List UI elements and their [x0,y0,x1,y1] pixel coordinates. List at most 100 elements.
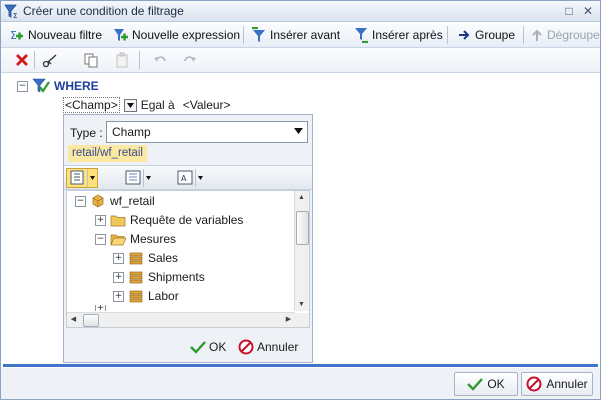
toolbar-separator [34,51,35,69]
new-filter-icon: Σ [10,29,23,42]
where-node[interactable]: − WHERE [17,78,99,94]
tree-view-button[interactable] [66,168,98,188]
insert-before-label: Insérer avant [270,28,341,42]
redo-icon[interactable] [182,52,198,68]
expand-icon[interactable]: + [95,214,106,226]
filter-check-icon [32,78,50,93]
tree-item-sales[interactable]: + Sales [113,250,178,266]
toolbar-separator [447,26,448,44]
expand-icon[interactable]: + [113,271,124,283]
expand-icon[interactable]: + [113,252,124,264]
toolbar-separator [523,26,524,44]
svg-text:Σ: Σ [10,29,17,42]
tree-item-shipments[interactable]: + Shipments [113,269,205,285]
source-tag[interactable]: retail/wf_retail [68,145,147,162]
insert-after-icon [355,28,368,43]
scroll-right-icon[interactable]: ▶ [282,313,295,326]
sort-alpha-icon: A [177,170,193,185]
where-label: WHERE [54,79,99,93]
dialog-footer: OK Annuler [1,368,600,399]
title-bar[interactable]: Σ Créer une condition de filtrage □ ✕ [1,1,600,22]
new-expression-button[interactable]: Nouvelle expression [113,26,240,44]
cut-icon[interactable] [42,52,58,68]
restore-button[interactable]: □ [562,4,576,18]
tree-item-partial[interactable]: + [95,305,106,311]
field-picker-popup: Type : Champ retail/wf_retail A − wf_ret… [63,114,313,363]
insert-before-icon [252,27,265,42]
sort-button[interactable]: A [174,168,206,188]
operator-label[interactable]: Egal à [141,98,175,112]
expand-icon[interactable]: + [95,305,106,311]
sort-dropdown[interactable] [195,169,205,187]
chevron-down-icon [293,128,303,134]
collapse-icon[interactable]: − [17,80,28,92]
vertical-scroll-thumb[interactable] [296,211,309,245]
popup-cancel-label: Annuler [257,340,299,354]
ungroup-arrow-icon [532,29,542,41]
popup-cancel-button[interactable]: Annuler [238,337,298,357]
chevron-down-icon [90,176,95,180]
ungroup-label: Dégrouper [547,28,601,42]
new-expression-icon [114,29,128,41]
tree-item-label: Shipments [148,270,205,284]
delete-icon[interactable] [14,52,30,68]
cancel-icon [526,376,542,392]
checkmark-icon [467,378,484,391]
tree-item-label: Labor [148,289,179,303]
tree-item-wf-retail[interactable]: − wf_retail [75,193,155,209]
scroll-left-icon[interactable]: ◀ [67,313,80,326]
filter-dialog: Σ Créer une condition de filtrage □ ✕ Σ … [0,0,601,400]
main-toolbar: Σ Nouveau filtre Nouvelle expression Ins… [1,23,601,48]
tree-view-dropdown[interactable] [87,169,97,187]
type-select[interactable]: Champ [106,121,308,143]
cube-icon [92,194,104,208]
tree-view-icon [70,170,84,185]
field-dropdown-button[interactable] [123,98,137,112]
list-view-icon [125,170,141,185]
undo-icon[interactable] [152,52,168,68]
insert-after-button[interactable]: Insérer après [353,26,443,44]
tree-item-measures[interactable]: − Mesures [95,231,176,247]
tree-item-variables-query[interactable]: + Requête de variables [95,212,243,228]
list-view-dropdown[interactable] [143,169,153,187]
collapse-icon[interactable]: − [75,195,86,207]
field-placeholder[interactable]: <Champ> [63,97,120,113]
value-placeholder[interactable]: <Valeur> [183,98,231,112]
copy-icon[interactable] [83,52,99,68]
measure-group-icon [129,290,143,303]
edit-toolbar [1,48,600,73]
ungroup-button[interactable]: Dégrouper [530,26,601,44]
insert-before-button[interactable]: Insérer avant [251,26,340,44]
new-filter-button[interactable]: Σ Nouveau filtre [9,26,102,44]
popup-ok-button[interactable]: OK [190,337,226,357]
type-select-arrow[interactable] [290,123,306,139]
scroll-down-icon[interactable]: ▼ [295,298,308,311]
tree-horizontal-scrollbar[interactable]: ◀ ▶ [67,312,295,327]
chevron-down-icon [126,102,134,108]
new-filter-label: Nouveau filtre [28,28,103,42]
toolbar-separator [243,26,244,44]
horizontal-scroll-thumb[interactable] [83,314,99,327]
tree-item-label: wf_retail [110,194,155,208]
collapse-icon[interactable]: − [95,233,106,245]
paste-icon[interactable] [114,52,130,68]
ok-button[interactable]: OK [454,372,518,396]
svg-text:Σ: Σ [13,12,17,19]
chevron-down-icon [198,176,203,180]
footer-divider [3,364,598,367]
tree-item-labor[interactable]: + Labor [113,288,179,304]
expand-icon[interactable]: + [113,290,124,302]
type-select-value: Champ [112,125,151,139]
list-view-button[interactable] [122,168,154,188]
close-button[interactable]: ✕ [581,4,595,18]
tree-vertical-scrollbar[interactable]: ▲ ▼ [294,191,309,311]
ok-label: OK [487,377,505,391]
chevron-down-icon [146,176,151,180]
cancel-button[interactable]: Annuler [521,372,593,396]
tree-item-label: Requête de variables [130,213,244,227]
arrow-right-icon [459,30,470,40]
scroll-up-icon[interactable]: ▲ [295,191,308,204]
tree-item-label: Mesures [130,232,177,246]
group-button[interactable]: Groupe [458,26,515,44]
tree-toolbar: A [64,165,312,190]
